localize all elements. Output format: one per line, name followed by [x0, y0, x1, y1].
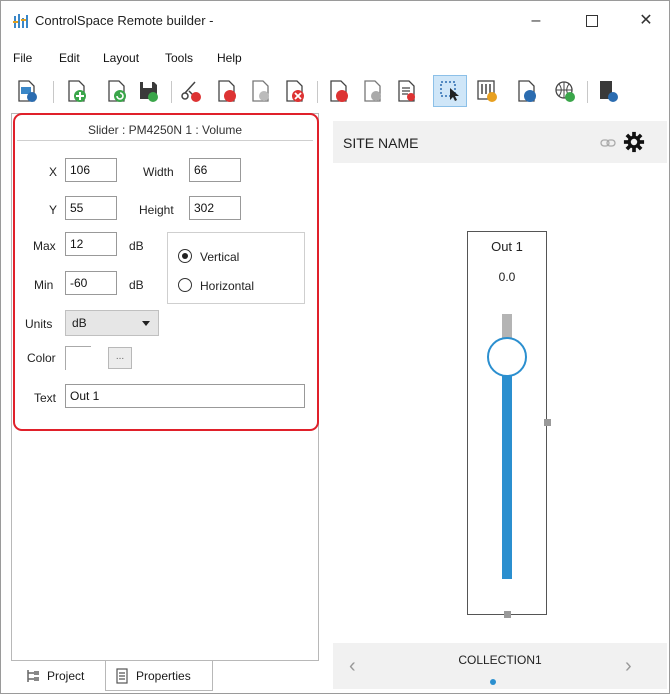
cut-icon[interactable]	[179, 79, 203, 103]
page-list-icon[interactable]	[395, 79, 419, 103]
slider-track-fill	[502, 375, 512, 579]
page-red-icon[interactable]	[327, 79, 351, 103]
refresh-page-icon[interactable]	[105, 79, 129, 103]
tab-properties-label: Properties	[136, 669, 191, 683]
maximize-icon	[586, 15, 598, 27]
save-icon[interactable]	[137, 79, 161, 103]
menu-tools[interactable]: Tools	[165, 51, 193, 65]
properties-list-icon	[116, 668, 128, 684]
tab-project-label: Project	[47, 669, 85, 683]
toolbar	[1, 73, 669, 109]
toolbar-separator	[317, 81, 318, 103]
menu-edit[interactable]: Edit	[59, 51, 80, 65]
link-icon[interactable]	[600, 137, 616, 149]
selection-highlight	[13, 113, 319, 431]
toolbar-separator	[53, 81, 54, 103]
title-bar: ControlSpace Remote builder - – ✕	[1, 1, 669, 41]
project-tree-icon	[27, 670, 39, 682]
next-collection-button[interactable]: ›	[625, 655, 632, 678]
open-design-icon[interactable]	[15, 79, 39, 103]
close-button[interactable]: ✕	[623, 7, 669, 35]
maximize-button[interactable]	[569, 7, 615, 35]
slider-thumb[interactable]	[487, 337, 527, 377]
minimize-button[interactable]: –	[513, 7, 559, 35]
menu-layout[interactable]: Layout	[103, 51, 139, 65]
slider-title: Out 1	[491, 239, 523, 254]
gear-icon[interactable]	[623, 131, 645, 153]
resize-handle-right[interactable]	[544, 419, 551, 426]
toolbar-separator	[587, 81, 588, 103]
menu-help[interactable]: Help	[217, 51, 242, 65]
collection-name: COLLECTION1	[458, 653, 542, 667]
keypad-icon[interactable]	[475, 79, 499, 103]
resize-handle-bottom[interactable]	[504, 611, 511, 618]
network-globe-icon[interactable]	[553, 79, 577, 103]
page-indicator-dot[interactable]	[490, 679, 496, 685]
tab-project[interactable]: Project	[17, 661, 101, 691]
toolbar-separator	[171, 81, 172, 103]
app-window: ControlSpace Remote builder - – ✕ File E…	[0, 0, 670, 694]
tab-properties[interactable]: Properties	[105, 661, 213, 691]
page-blue-icon[interactable]	[515, 79, 539, 103]
new-page-icon[interactable]	[65, 79, 89, 103]
site-name: SITE NAME	[343, 135, 419, 151]
page-blank-icon[interactable]	[249, 79, 273, 103]
select-pointer-icon[interactable]	[438, 79, 462, 103]
delete-page-icon[interactable]	[215, 79, 239, 103]
menu-bar: File Edit Layout Tools Help	[1, 47, 669, 69]
page-gray-icon[interactable]	[361, 79, 385, 103]
window-title: ControlSpace Remote builder -	[35, 13, 214, 28]
app-logo-icon	[13, 14, 28, 28]
slider-value: 0.0	[498, 270, 516, 284]
page-remove-icon[interactable]	[283, 79, 307, 103]
menu-file[interactable]: File	[13, 51, 32, 65]
device-icon[interactable]	[597, 79, 621, 103]
